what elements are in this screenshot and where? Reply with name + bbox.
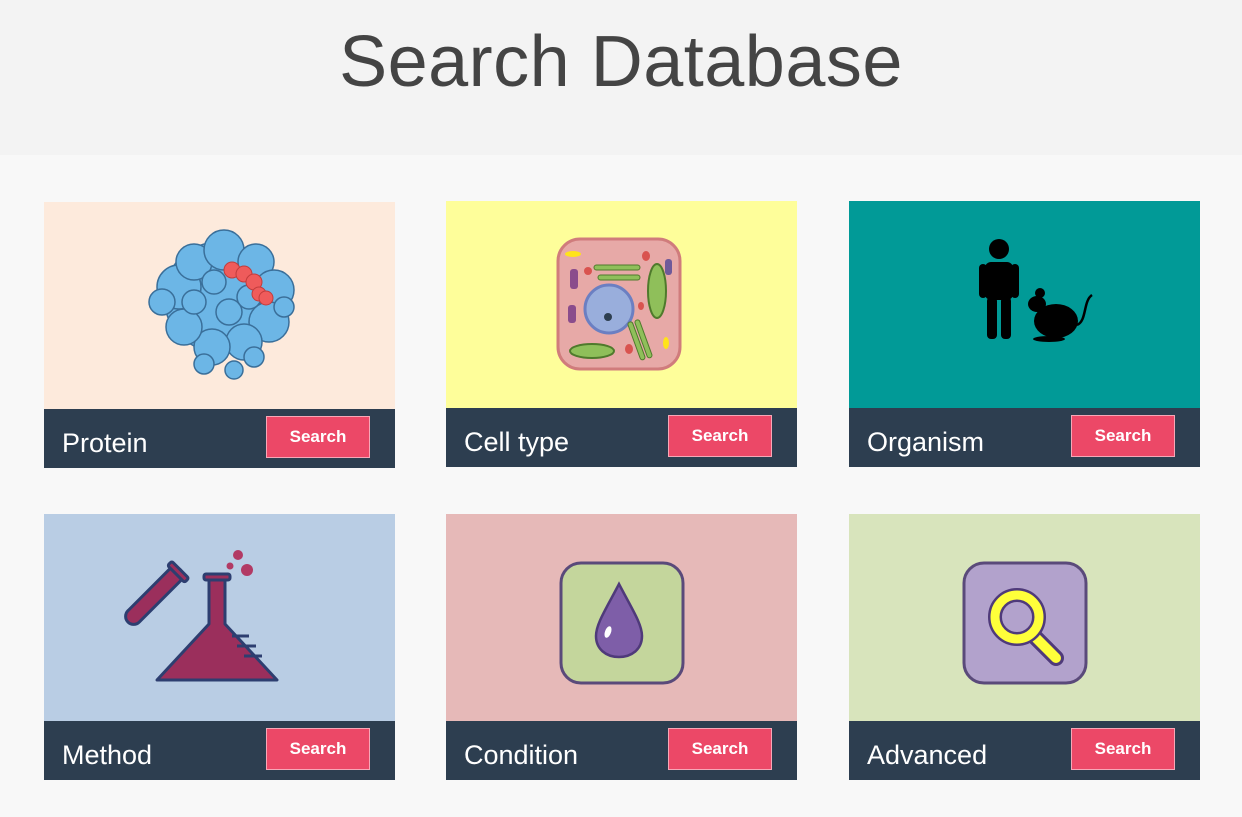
droplet-icon bbox=[559, 561, 685, 685]
card-organism-bar: Organism Search bbox=[849, 408, 1200, 467]
card-protein-label: Protein bbox=[62, 428, 148, 458]
card-advanced: Advanced Search bbox=[849, 514, 1200, 780]
card-advanced-label: Advanced bbox=[867, 740, 988, 770]
card-cell-type-label: Cell type bbox=[464, 427, 570, 457]
card-cell-type: Cell type Search bbox=[446, 201, 797, 467]
card-organism: Organism Search bbox=[849, 201, 1200, 467]
card-method-bar: Method Search bbox=[44, 721, 395, 780]
test-tube-flask-icon bbox=[124, 550, 279, 682]
card-condition-art bbox=[446, 514, 797, 721]
card-condition: Condition Search bbox=[446, 514, 797, 780]
method-search-button[interactable]: Search bbox=[266, 728, 370, 770]
card-advanced-bar: Advanced Search bbox=[849, 721, 1200, 780]
human-and-mouse-icon bbox=[979, 239, 1093, 342]
organism-search-button[interactable]: Search bbox=[1071, 415, 1175, 457]
card-method-label: Method bbox=[62, 740, 153, 770]
advanced-search-button[interactable]: Search bbox=[1071, 728, 1175, 770]
card-method: Method Search bbox=[44, 514, 395, 780]
card-protein-bar: Protein Search bbox=[44, 409, 395, 468]
card-protein-art bbox=[44, 202, 395, 409]
card-advanced-art bbox=[849, 514, 1200, 721]
page-title: Search Database bbox=[339, 21, 903, 102]
card-protein: Protein Search bbox=[44, 202, 395, 468]
card-method-art bbox=[44, 514, 395, 721]
card-cell-type-art bbox=[446, 201, 797, 408]
cell-icon bbox=[556, 237, 682, 371]
page-header: Search Database bbox=[0, 0, 1242, 155]
protein-search-button[interactable]: Search bbox=[266, 416, 370, 458]
card-cell-type-bar: Cell type Search bbox=[446, 408, 797, 467]
card-organism-label: Organism bbox=[867, 427, 985, 457]
card-condition-label: Condition bbox=[464, 740, 579, 770]
protein-structure-icon bbox=[148, 229, 295, 380]
condition-search-button[interactable]: Search bbox=[668, 728, 772, 770]
card-condition-bar: Condition Search bbox=[446, 721, 797, 780]
cell-type-search-button[interactable]: Search bbox=[668, 415, 772, 457]
magnifier-icon bbox=[962, 561, 1088, 685]
card-organism-art bbox=[849, 201, 1200, 408]
